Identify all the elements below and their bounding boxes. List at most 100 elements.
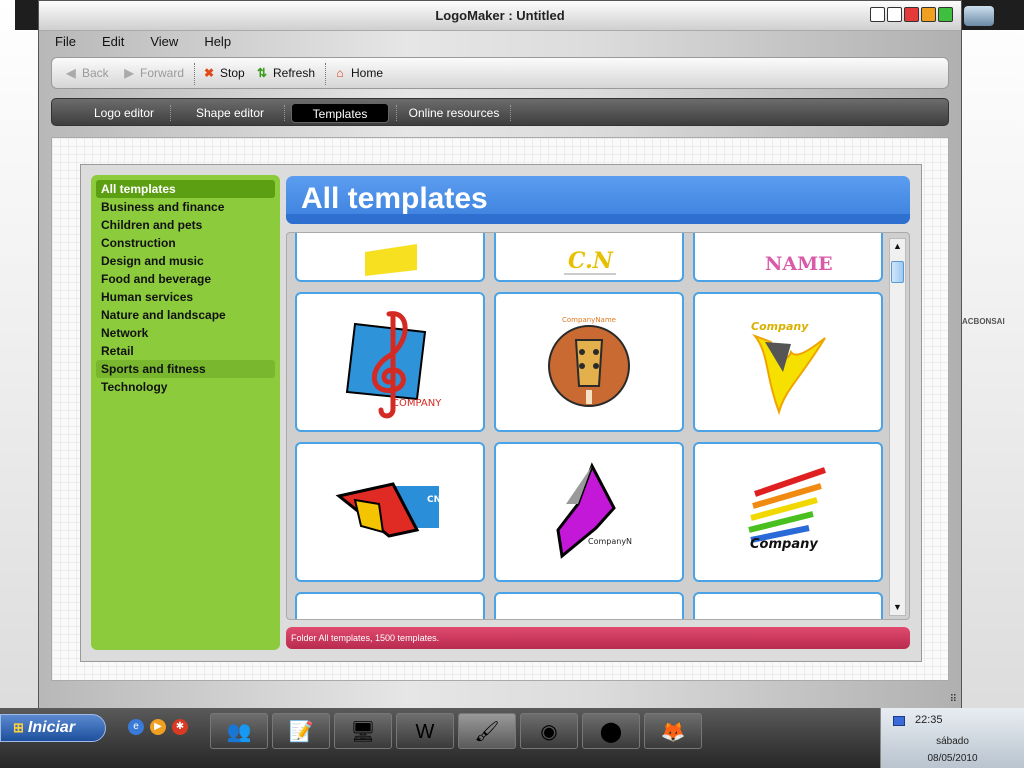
tab-separator — [284, 105, 285, 121]
window-controls — [870, 7, 953, 22]
quick-launch: e ▶ ✱ — [128, 719, 188, 735]
home-icon: ⌂ — [336, 66, 344, 80]
desktop-shortcut-icon[interactable] — [964, 6, 994, 26]
template-card[interactable]: COMPANY — [295, 292, 485, 432]
home-button[interactable]: ⌂ Home — [333, 66, 383, 80]
close-icon[interactable] — [904, 7, 919, 22]
category-item[interactable]: Human services — [96, 288, 275, 306]
back-arrow-icon: ◀ — [66, 66, 76, 80]
template-card[interactable]: CN — [295, 442, 485, 582]
menu-edit[interactable]: Edit — [102, 34, 124, 49]
category-item[interactable]: Sports and fitness — [96, 360, 275, 378]
template-card[interactable] — [494, 592, 684, 619]
category-item[interactable]: Children and pets — [96, 216, 275, 234]
card-text: CompanyN — [588, 537, 632, 546]
tab-logo-editor[interactable]: Logo editor — [77, 103, 171, 123]
templates-panel: All templates Business and finance Child… — [80, 164, 922, 662]
toolbar-separator — [325, 63, 326, 85]
menu-view[interactable]: View — [150, 34, 178, 49]
network-tray-icon[interactable] — [893, 716, 905, 726]
clock-time[interactable]: 22:35 — [915, 714, 943, 726]
home-label: Home — [351, 66, 384, 80]
card-text: CompanyName — [562, 316, 616, 324]
category-item[interactable]: Technology — [96, 378, 275, 396]
start-button[interactable]: ⊞ Iniciar — [0, 714, 106, 742]
template-card[interactable]: C.N — [494, 233, 684, 282]
maximize-icon[interactable] — [921, 7, 936, 22]
cn-logo-icon: C.N — [564, 248, 616, 275]
chrome-task-icon[interactable]: ◉ — [520, 713, 578, 749]
ie-quicklaunch-icon[interactable]: e — [128, 719, 144, 735]
tab-shape-editor[interactable]: Shape editor — [182, 103, 278, 123]
notepad-task-icon[interactable]: 📝 — [272, 713, 330, 749]
category-item[interactable]: Design and music — [96, 252, 275, 270]
taskbar: ⊞ Iniciar e ▶ ✱ 👥 📝 🖥 W 🖌 ◉ ⬤ 🦊 22:35 sáb… — [0, 708, 1024, 768]
logomaker-task-icon[interactable]: 🖌 — [458, 713, 516, 749]
card-text: COMPANY — [392, 398, 442, 409]
desktop-bonsai-label: ACBONSAI — [962, 317, 1005, 326]
refresh-icon: ⇅ — [256, 66, 268, 80]
gallery-scrollbar[interactable]: ▲ ▼ — [889, 238, 906, 616]
template-card[interactable]: Company — [693, 292, 883, 432]
stop-button[interactable]: ✖ Stop — [202, 66, 245, 80]
category-item[interactable]: Food and beverage — [96, 270, 275, 288]
tab-templates[interactable]: Templates — [291, 103, 389, 123]
template-card[interactable] — [295, 592, 485, 619]
scroll-up-arrow-icon[interactable]: ▲ — [890, 239, 905, 254]
clock-date: 08/05/2010 — [927, 753, 978, 764]
media-quicklaunch-icon[interactable]: ▶ — [150, 719, 166, 735]
word-task-icon[interactable]: W — [396, 713, 454, 749]
title-bar[interactable]: LogoMaker : Untitled — [39, 1, 961, 31]
template-card[interactable] — [693, 592, 883, 619]
cn-logo-text: C.N — [568, 248, 614, 274]
stop-icon: ✖ — [203, 66, 215, 80]
firefox-task-icon[interactable]: 🦊 — [644, 713, 702, 749]
tab-separator — [510, 105, 511, 121]
caption-button-1-icon[interactable] — [870, 7, 885, 22]
refresh-button[interactable]: ⇅ Refresh — [255, 66, 315, 80]
menu-file[interactable]: File — [55, 34, 76, 49]
refresh-label: Refresh — [273, 66, 316, 80]
template-card[interactable]: CompanyN — [494, 442, 684, 582]
category-item[interactable]: Business and finance — [96, 198, 275, 216]
resize-grip-icon[interactable]: ⠿ — [950, 694, 957, 705]
caption-button-2-icon[interactable] — [887, 7, 902, 22]
category-item[interactable]: Network — [96, 324, 275, 342]
navigation-toolbar: ◀ Back ▶ Forward ✖ Stop ⇅ Refresh ⌂ Home — [51, 57, 949, 89]
start-label: Iniciar — [27, 719, 76, 736]
template-card[interactable] — [295, 233, 485, 282]
template-card[interactable]: Company — [693, 442, 883, 582]
yellow-shape-logo-icon — [365, 244, 417, 276]
tab-online-resources[interactable]: Online resources — [402, 103, 506, 123]
purple-arrow-logo-icon: CompanyN — [556, 462, 632, 559]
adv-2009-task-icon[interactable]: ⬤ — [582, 713, 640, 749]
scroll-down-arrow-icon[interactable]: ▼ — [890, 600, 905, 615]
windows-flag-icon: ⊞ — [13, 720, 24, 735]
scroll-thumb[interactable] — [891, 261, 904, 283]
forward-button[interactable]: ▶ Forward — [122, 66, 184, 80]
menu-help[interactable]: Help — [204, 34, 231, 49]
minimize-icon[interactable] — [938, 7, 953, 22]
category-item[interactable]: Construction — [96, 234, 275, 252]
paint-splash-logo-icon: Company — [748, 467, 826, 552]
app-quicklaunch-icon[interactable]: ✱ — [172, 719, 188, 735]
category-item[interactable]: Retail — [96, 342, 275, 360]
forward-arrow-icon: ▶ — [124, 66, 134, 80]
tab-separator — [170, 105, 171, 121]
template-card[interactable]: NAME — [693, 233, 883, 282]
template-card[interactable]: CompanyName — [494, 292, 684, 432]
flame-logo-icon: Company — [751, 320, 826, 416]
red-wing-head-logo-icon: CN — [335, 482, 441, 538]
name-logo-icon: NAME — [765, 253, 833, 275]
guitar-logo-icon: CompanyName — [548, 316, 630, 407]
gallery-header: All templates — [286, 176, 910, 224]
mode-tabs: Logo editor Shape editor Templates Onlin… — [51, 98, 949, 126]
tab-separator — [396, 105, 397, 121]
menu-bar: File Edit View Help — [55, 34, 257, 49]
category-item[interactable]: All templates — [96, 180, 275, 198]
category-item[interactable]: Nature and landscape — [96, 306, 275, 324]
card-text: Company — [750, 537, 818, 552]
back-button[interactable]: ◀ Back — [64, 66, 108, 80]
messenger-task-icon[interactable]: 👥 — [210, 713, 268, 749]
computer-task-icon[interactable]: 🖥 — [334, 713, 392, 749]
